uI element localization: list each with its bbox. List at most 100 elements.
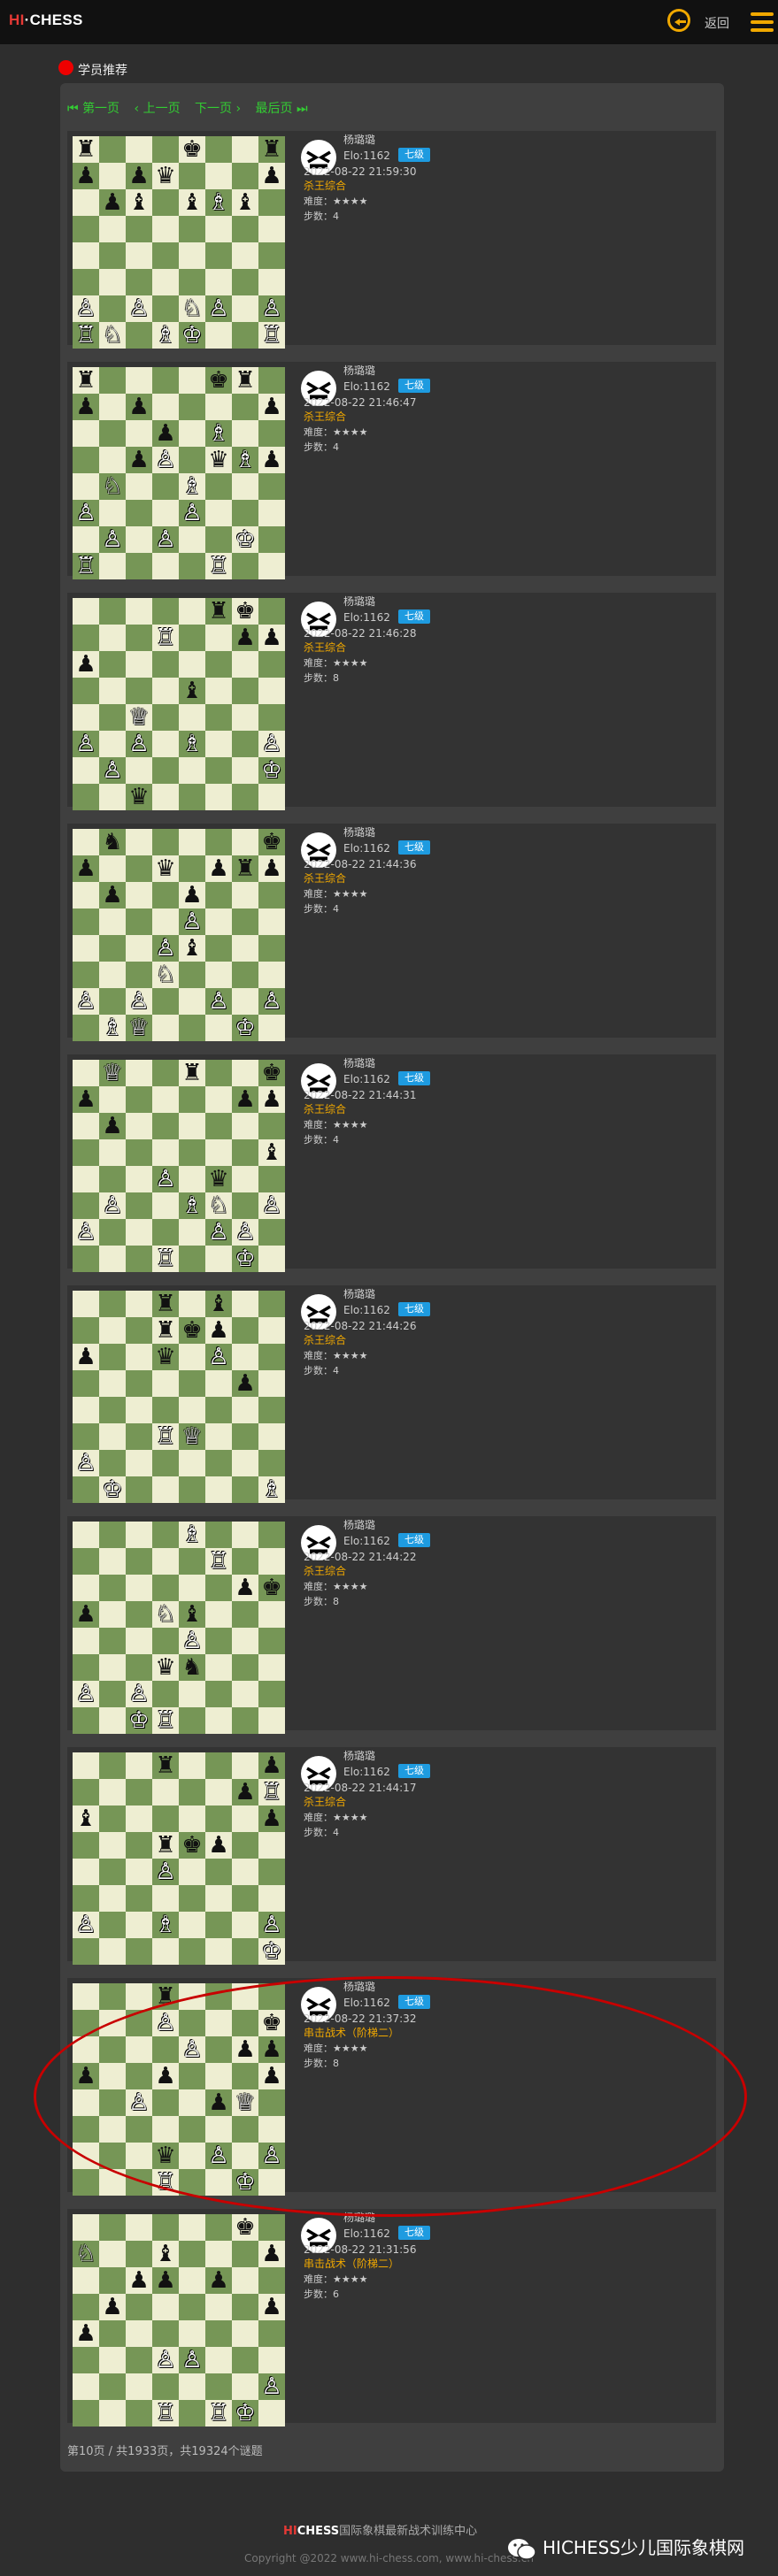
chess-board[interactable]: ♜ ♚ ♜ ♟ ♟ ♟ ♟ ♗ ♟ ♙ ♛ ♗ ♟ ♘ ♗ ♙ ♙ ♙ ♙ ♔ ♖ ♖	[73, 367, 285, 579]
chess-board[interactable]: ♕ ♜ ♚ ♟ ♟ ♟ ♟ ♝ ♙ ♛ ♙ ♗ ♘ ♙ ♙ ♙ ♙ ♖ ♔	[73, 1060, 285, 1272]
puzzle-card[interactable]: ♚ ♘ ♝ ♟ ♟ ♟ ♟ ♟ ♟ ♟ ♙ ♙ ♙ ♖ ♖ ♔ 杨璐璐 Elo:1162 七级 2022-08-22 …	[67, 2209, 716, 2426]
first-page-link[interactable]: ⏮ 第一页	[67, 102, 119, 116]
puzzle-card[interactable]: ♜ ♚ ♜ ♟ ♟ ♟ ♟ ♗ ♟ ♙ ♛ ♗ ♟ ♘ ♗ ♙ ♙ ♙ ♙ ♔ ♖ ♖ 杨璐璐 Elo:1162 七级 2022-…	[67, 362, 716, 579]
level-badge: 七级	[398, 148, 430, 162]
white-king-icon: ♔	[235, 1015, 256, 1041]
white-knight-icon: ♘	[181, 295, 203, 322]
board-square	[126, 757, 152, 784]
white-pawn-icon: ♙	[261, 295, 282, 322]
puzzle-card[interactable]: ♕ ♜ ♚ ♟ ♟ ♟ ♟ ♝ ♙ ♛ ♙ ♗ ♘ ♙ ♙ ♙ ♙ ♖ ♔ 杨璐璐 Elo:1162 七级 2022-08-…	[67, 1054, 716, 1272]
site-logo[interactable]: HI·CHESS	[9, 12, 83, 29]
board-square: ♛	[152, 1344, 179, 1370]
prev-page-link[interactable]: ‹ 上一页	[135, 102, 181, 116]
black-pawn-icon: ♟	[261, 1086, 282, 1113]
board-square	[152, 1192, 179, 1219]
puzzle-card[interactable]: ♜ ♙ ♚ ♙ ♟ ♟ ♟ ♟ ♟ ♙ ♟ ♕ ♛ ♙ ♙ ♖ ♔ 杨璐璐 Elo:1162 七级 2022-08-22…	[67, 1978, 716, 2196]
board-square	[152, 1015, 179, 1041]
board-square	[73, 1476, 99, 1503]
board-square: ♙	[152, 1166, 179, 1192]
puzzle-card[interactable]: ♜ ♟ ♟ ♖ ♝ ♟ ♜ ♚ ♟ ♙ ♙ ♗ ♙ ♔ 杨璐璐 Elo:1162 七级 2022-08-22 21…	[67, 1747, 716, 1965]
back-label: 返回	[705, 17, 729, 31]
board-square	[73, 1423, 99, 1450]
player-name: 杨璐璐	[343, 364, 376, 377]
board-square	[99, 1575, 126, 1601]
puzzle-difficulty: 难度：★★★★	[304, 657, 368, 669]
board-square: ♞	[99, 829, 126, 855]
puzzle-category: 杀王综合	[304, 1565, 347, 1577]
board-square	[258, 935, 285, 962]
board-square	[232, 2347, 258, 2373]
board-square	[126, 1859, 152, 1885]
board-square	[258, 1113, 285, 1139]
board-square	[152, 1113, 179, 1139]
board-square: ♜	[152, 1752, 179, 1779]
chess-board[interactable]: ♜ ♚ ♜ ♟ ♟ ♛ ♟ ♟ ♝ ♝ ♗ ♝ ♙ ♙ ♘ ♙ ♙ ♖ ♘ ♗ ♔ ♖	[73, 136, 285, 349]
chess-board[interactable]: ♜ ♚ ♖ ♟ ♟ ♟ ♝ ♕ ♙ ♙ ♗ ♙ ♙ ♔ ♛	[73, 598, 285, 810]
board-square: ♜	[152, 1832, 179, 1859]
chess-board[interactable]: ♜ ♝ ♜ ♚ ♟ ♟ ♛ ♙ ♟ ♖ ♕ ♙ ♔ ♗	[73, 1291, 285, 1503]
board-square	[232, 473, 258, 500]
chess-board[interactable]: ♜ ♙ ♚ ♙ ♟ ♟ ♟ ♟ ♟ ♙ ♟ ♕ ♛ ♙ ♙ ♖ ♔	[73, 1983, 285, 2196]
puzzle-card[interactable]: ♗ ♖ ♟ ♚ ♟ ♘ ♝ ♙ ♛ ♞ ♙ ♙ ♔ ♖ 杨璐璐 Elo:1162 七级 2022-08-22 21…	[67, 1516, 716, 1734]
board-square	[179, 269, 205, 295]
black-bishop-icon: ♝	[155, 2241, 176, 2267]
board-square: ♙	[73, 295, 99, 322]
black-pawn-icon: ♟	[128, 394, 150, 420]
board-square	[205, 678, 232, 704]
board-square: ♙	[73, 1912, 99, 1938]
board-square: ♖	[152, 1423, 179, 1450]
board-square: ♟	[258, 855, 285, 882]
back-button[interactable]: 返回	[667, 9, 738, 35]
black-bishop-icon: ♝	[128, 189, 150, 216]
board-square	[73, 2143, 99, 2169]
board-square	[152, 829, 179, 855]
board-square	[205, 526, 232, 553]
board-square	[99, 447, 126, 473]
board-square	[99, 500, 126, 526]
board-square	[179, 1681, 205, 1707]
chess-board[interactable]: ♞ ♚ ♟ ♛ ♟ ♜ ♟ ♟ ♟ ♙ ♙ ♝ ♘ ♙ ♙ ♙ ♙ ♗ ♕ ♔	[73, 829, 285, 1041]
board-square	[179, 1370, 205, 1397]
black-pawn-icon: ♟	[128, 447, 150, 473]
board-square: ♟	[73, 1601, 99, 1628]
white-bishop-icon: ♗	[235, 447, 256, 473]
board-square	[126, 2320, 152, 2347]
board-square	[205, 136, 232, 163]
board-square	[152, 704, 179, 731]
board-square: ♟	[258, 394, 285, 420]
puzzle-difficulty: 难度：★★★★	[304, 1119, 368, 1131]
last-page-link[interactable]: 最后页 ⏭	[256, 102, 308, 116]
board-square	[232, 322, 258, 349]
white-pawn-icon: ♙	[128, 295, 150, 322]
white-pawn-icon: ♙	[235, 1219, 256, 1246]
black-rook-icon: ♜	[261, 136, 282, 163]
hamburger-menu-icon[interactable]	[751, 11, 774, 34]
board-square: ♗	[179, 473, 205, 500]
board-square	[99, 2347, 126, 2373]
board-square	[232, 242, 258, 269]
black-king-icon: ♚	[261, 2010, 282, 2036]
chess-board[interactable]: ♚ ♘ ♝ ♟ ♟ ♟ ♟ ♟ ♟ ♟ ♙ ♙ ♙ ♖ ♖ ♔	[73, 2214, 285, 2426]
board-square	[232, 1983, 258, 2010]
board-square	[232, 962, 258, 988]
chess-board[interactable]: ♜ ♟ ♟ ♖ ♝ ♟ ♜ ♚ ♟ ♙ ♙ ♗ ♙ ♔	[73, 1752, 285, 1965]
board-square	[258, 882, 285, 908]
board-square	[258, 2169, 285, 2196]
chess-board[interactable]: ♗ ♖ ♟ ♚ ♟ ♘ ♝ ♙ ♛ ♞ ♙ ♙ ♔ ♖	[73, 1522, 285, 1734]
level-badge: 七级	[398, 1995, 430, 2009]
puzzle-card[interactable]: ♜ ♚ ♜ ♟ ♟ ♛ ♟ ♟ ♝ ♝ ♗ ♝ ♙ ♙ ♘ ♙ ♙ ♖ ♘ ♗ ♔ ♖ 杨璐璐 Elo:1162 七级 2022-…	[67, 131, 716, 349]
puzzle-card[interactable]: ♜ ♚ ♖ ♟ ♟ ♟ ♝ ♕ ♙ ♙ ♗ ♙ ♙ ♔ ♛ 杨璐璐 Elo:1162 七级 2022-08-22 2…	[67, 593, 716, 810]
puzzle-card[interactable]: ♞ ♚ ♟ ♛ ♟ ♜ ♟ ♟ ♟ ♙ ♙ ♝ ♘ ♙ ♙ ♙ ♙ ♗ ♕ ♔ 杨璐璐 Elo:1162 七级 2022-08…	[67, 824, 716, 1041]
board-square: ♔	[232, 1246, 258, 1272]
board-square	[179, 1548, 205, 1575]
board-square: ♛	[205, 1166, 232, 1192]
puzzle-card[interactable]: ♜ ♝ ♜ ♚ ♟ ♟ ♛ ♙ ♟ ♖ ♕ ♙ ♔ ♗ 杨璐璐 Elo:1162 七级 2022-08-22 21…	[67, 1285, 716, 1503]
board-square	[205, 625, 232, 651]
board-square: ♟	[258, 447, 285, 473]
white-pawn-icon: ♙	[75, 1912, 96, 1938]
next-page-link[interactable]: 下一页 ›	[195, 102, 241, 116]
board-square	[99, 1086, 126, 1113]
board-square: ♙	[152, 2010, 179, 2036]
board-square	[99, 935, 126, 962]
board-square: ♜	[232, 855, 258, 882]
